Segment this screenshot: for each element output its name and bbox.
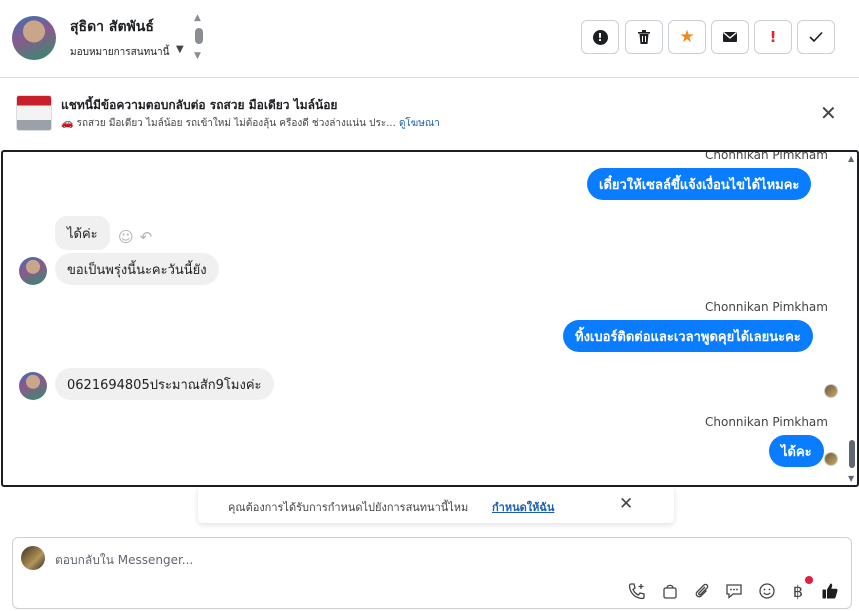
caret-down-icon[interactable]: ▼ (176, 44, 184, 55)
ad-description: 🚗 รถสวย มือเดียว ไมล์น้อย รถเข้าใหม่ ไม่… (61, 118, 396, 129)
thread-scrollbar[interactable]: ▲ ▼ (847, 152, 857, 485)
conversation-header: สุธิดา สัตพันธ์ มอบหมายการสนทนานี้ ▼ ▲ ▼… (0, 0, 859, 78)
saved-replies-button[interactable] (723, 580, 745, 602)
outgoing-message-bubble[interactable]: ได้คะ (769, 435, 824, 467)
contact-avatar[interactable] (12, 16, 56, 60)
important-button[interactable]: ! (754, 20, 792, 54)
close-icon[interactable]: ✕ (820, 103, 837, 123)
chevron-up-icon[interactable]: ▲ (194, 14, 201, 23)
conversation-stepper[interactable]: ▲ ▼ (192, 14, 206, 62)
mark-done-button[interactable] (797, 20, 835, 54)
assign-prompt: คุณต้องการได้รับการกำหนดไปยังการสนทนานี้… (198, 487, 674, 523)
mark-unread-button[interactable] (711, 20, 749, 54)
message-thread[interactable]: Chonnikan Pimkham เดี๋ยวให้เซลล์ขึ้แจ้งเ… (1, 150, 859, 487)
exclamation-icon: ! (769, 28, 777, 46)
react-smiley-icon[interactable]: ☺ (118, 228, 140, 246)
reply-input[interactable] (55, 550, 675, 570)
assign-prompt-text: คุณต้องการได้รับการกำหนดไปยังการสนทนานี้… (228, 501, 469, 514)
ad-title: แชทนี้มีข้อความตอบกลับต่อ รถสวย มือเดียว… (61, 98, 338, 112)
seen-indicator-avatar (824, 452, 838, 466)
message-composer: ฿ (12, 537, 852, 609)
notification-dot (805, 576, 813, 584)
incoming-message-bubble[interactable]: ขอเป็นพรุ่งนี้นะคะวันนี้ยัง (55, 253, 219, 285)
incoming-message-bubble[interactable]: 0621694805ประมาณสัก9โมงค่ะ (55, 368, 274, 400)
thumbs-up-icon (822, 583, 838, 599)
star-button[interactable]: ★ (668, 20, 706, 54)
stepper-handle[interactable] (195, 28, 203, 44)
payment-button[interactable]: ฿ (787, 580, 809, 602)
message-sender: Chonnikan Pimkham (705, 150, 828, 162)
shopping-bag-icon (663, 584, 677, 599)
emoji-button[interactable] (756, 580, 778, 602)
scrollbar-thumb[interactable] (849, 440, 855, 468)
mark-spam-button[interactable]: ! (581, 20, 619, 54)
shop-button[interactable] (659, 580, 681, 602)
scroll-up-icon[interactable]: ▲ (848, 154, 854, 163)
trash-icon (638, 30, 650, 44)
page-avatar (21, 546, 45, 570)
checkmark-icon (809, 31, 823, 43)
outgoing-message-bubble[interactable]: เดี๋ยวให้เซลล์ขึ้แจ้งเงื่อนไขได้ไหมคะ (587, 168, 812, 200)
chat-bubble-icon (726, 584, 742, 599)
ad-subtitle: 🚗 รถสวย มือเดียว ไมล์น้อย รถเข้าใหม่ ไม่… (61, 116, 440, 131)
outgoing-message-bubble[interactable]: ทิ้งเบอร์ติดต่อและเวลาพูดคุยได้เลยนะคะ (563, 320, 813, 352)
smiley-icon (759, 583, 775, 599)
star-icon: ★ (679, 27, 695, 47)
scroll-down-icon[interactable]: ▼ (848, 474, 854, 483)
contact-avatar-small[interactable] (19, 257, 47, 285)
reply-icon[interactable]: ↶ (140, 228, 159, 246)
message-sender: Chonnikan Pimkham (705, 415, 828, 429)
paperclip-icon (695, 583, 709, 598)
envelope-icon (723, 31, 737, 42)
incoming-message-bubble[interactable]: ได้ค่ะ (55, 216, 110, 250)
seen-indicator-avatar (824, 384, 838, 398)
contact-avatar-small[interactable] (19, 372, 47, 400)
alert-circle-icon: ! (592, 29, 608, 45)
like-button[interactable] (819, 580, 841, 602)
ad-context-banner: แชทนี้มีข้อความตอบกลับต่อ รถสวย มือเดียว… (0, 78, 859, 150)
phone-plus-icon (628, 583, 645, 600)
message-sender: Chonnikan Pimkham (705, 300, 828, 314)
call-button[interactable] (626, 580, 648, 602)
assign-conversation-label[interactable]: มอบหมายการสนทนานี้ (70, 45, 169, 60)
ad-thumbnail[interactable] (16, 95, 52, 131)
attach-button[interactable] (691, 580, 713, 602)
view-ad-link[interactable]: ดูโฆษณา (399, 118, 440, 129)
baht-icon: ฿ (792, 581, 804, 601)
assign-to-me-link[interactable]: กำหนดให้ฉัน (492, 498, 554, 516)
contact-name[interactable]: สุธิดา สัตพันธ์ (70, 16, 154, 38)
delete-button[interactable] (625, 20, 663, 54)
chevron-down-icon[interactable]: ▼ (194, 52, 201, 61)
close-icon[interactable]: ✕ (619, 494, 633, 514)
message-actions: ☺↶ (118, 228, 158, 246)
